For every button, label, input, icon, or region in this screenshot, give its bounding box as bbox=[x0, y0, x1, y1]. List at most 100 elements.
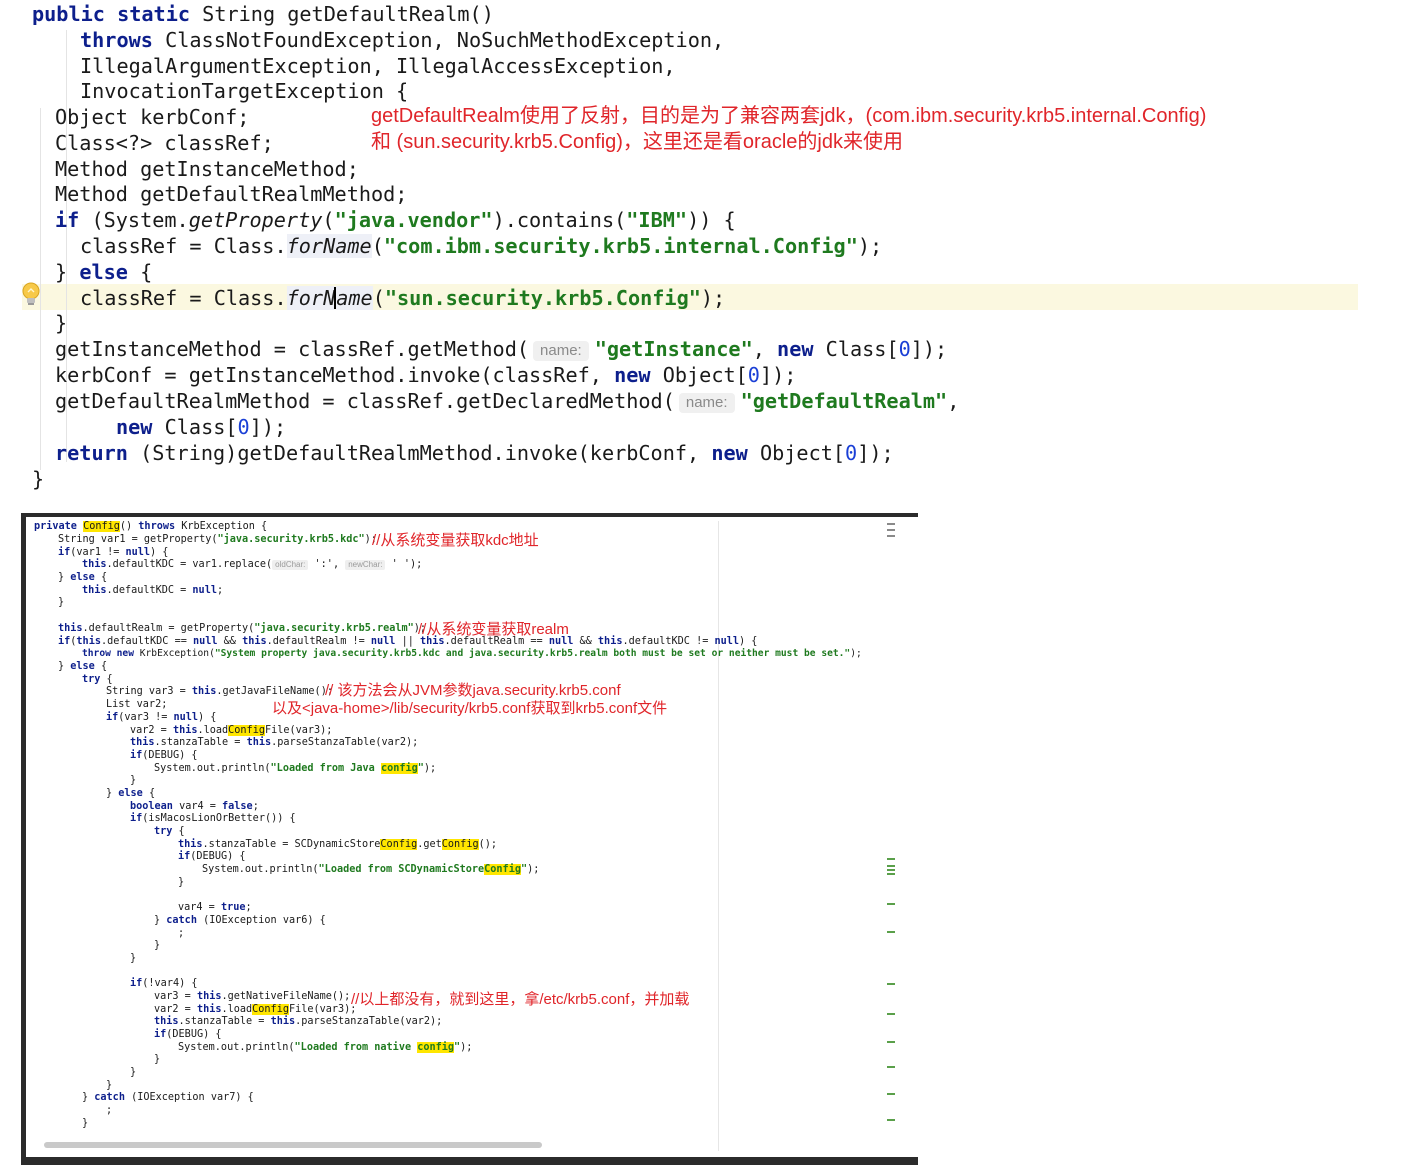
code-line: } bbox=[106, 1080, 113, 1091]
code-text: .getNativeFileName(); bbox=[221, 991, 351, 1002]
code-keyword: else bbox=[70, 661, 95, 672]
annotation-text: 和 (sun.security.krb5.Config)，这里还是看oracle… bbox=[371, 131, 903, 153]
code-line: this.defaultKDC = null; bbox=[82, 585, 223, 598]
code-line: if(DEBUG) { bbox=[154, 1029, 221, 1042]
code-text: File(var3); bbox=[288, 1004, 357, 1015]
code-line: System.out.println("Loaded from Java con… bbox=[154, 763, 436, 776]
code-text: ]); bbox=[759, 363, 797, 387]
code-line-current[interactable]: classRef = Class.forName("sun.security.k… bbox=[80, 285, 725, 311]
code-text: ]); bbox=[249, 415, 287, 439]
code-line: } bbox=[178, 877, 185, 888]
search-match: Config bbox=[441, 839, 479, 850]
code-line: try { bbox=[154, 826, 185, 839]
code-keyword: if bbox=[58, 636, 71, 647]
code-text: var2 = bbox=[130, 725, 173, 736]
code-text: .stanzaTable = SCDynamicStore bbox=[202, 839, 381, 850]
code-keyword: true bbox=[220, 902, 246, 913]
code-text: .defaultRealm != bbox=[266, 636, 371, 647]
code-text: .parseStanzaTable(var2); bbox=[271, 737, 419, 748]
code-keyword: return bbox=[55, 441, 128, 465]
code-line: classRef = Class.forName("com.ibm.securi… bbox=[80, 233, 882, 259]
annotation-text: //从系统变量获取realm bbox=[418, 621, 569, 638]
code-text: } bbox=[55, 260, 80, 284]
code-line: if(DEBUG) { bbox=[178, 851, 245, 864]
code-line: } catch (IOException var6) { bbox=[154, 915, 326, 928]
horizontal-scrollbar-thumb[interactable] bbox=[44, 1142, 542, 1148]
code-line: getInstanceMethod = classRef.getMethod(n… bbox=[55, 336, 947, 362]
code-text: .defaultKDC != bbox=[622, 636, 715, 647]
scroll-marker bbox=[887, 869, 895, 871]
code-keyword: else bbox=[79, 260, 128, 284]
scroll-marker bbox=[887, 1041, 895, 1043]
right-margin-guide bbox=[718, 521, 719, 1151]
code-text: ( bbox=[322, 208, 335, 232]
code-string: "java.security.krb5.kdc" bbox=[217, 534, 365, 545]
code-string: "sun.security.krb5.Config" bbox=[384, 286, 701, 310]
code-line: } bbox=[55, 311, 68, 335]
code-keyword: this bbox=[242, 636, 267, 647]
code-line: } else { bbox=[55, 259, 152, 285]
code-line: } bbox=[82, 1118, 89, 1129]
code-text: Object[ bbox=[650, 363, 748, 387]
code-string: "getDefaultRealm" bbox=[740, 389, 948, 413]
code-text: (IOException var7) { bbox=[124, 1092, 254, 1103]
code-number: 0 bbox=[237, 415, 250, 439]
code-line: String var1 = getProperty("java.security… bbox=[58, 534, 377, 547]
code-keyword: if bbox=[106, 712, 119, 723]
code-keyword: this bbox=[196, 1004, 222, 1015]
code-line: getDefaultRealmMethod = classRef.getDecl… bbox=[55, 388, 959, 414]
code-string: "getInstance" bbox=[594, 337, 753, 361]
scroll-marker bbox=[887, 1093, 895, 1095]
code-keyword: if bbox=[55, 208, 80, 232]
code-keyword: this bbox=[270, 1016, 296, 1027]
code-string: "java.vendor" bbox=[334, 208, 493, 232]
code-line: if(this.defaultKDC == null && this.defau… bbox=[58, 636, 757, 649]
code-keyword: throws bbox=[138, 521, 176, 532]
annotation-text: //从系统变量获取kdc地址 bbox=[372, 532, 539, 549]
code-line: try { bbox=[82, 674, 113, 687]
parameter-hint: name: bbox=[678, 393, 735, 413]
code-keyword: if bbox=[130, 978, 143, 989]
code-line: List var2; bbox=[106, 699, 168, 710]
code-text: { bbox=[142, 788, 156, 799]
code-text: ).contains( bbox=[492, 208, 627, 232]
code-keyword: this bbox=[82, 559, 107, 570]
code-text: .load bbox=[221, 1004, 253, 1015]
code-keyword: this bbox=[82, 585, 107, 596]
code-text: (!var4) { bbox=[142, 978, 198, 989]
lightbulb-icon[interactable] bbox=[20, 281, 42, 307]
code-text: } bbox=[82, 1092, 95, 1103]
editor-marker-strip[interactable] bbox=[894, 517, 918, 1157]
code-line: var2 = this.loadConfigFile(var3); bbox=[130, 725, 332, 738]
code-text: System.out.println( bbox=[154, 763, 271, 774]
code-text: ); bbox=[857, 234, 883, 258]
code-keyword: throws bbox=[80, 28, 153, 52]
code-line: IllegalArgumentException, IllegalAccessE… bbox=[80, 54, 676, 78]
code-text: { bbox=[94, 661, 108, 672]
code-line: System.out.println("Loaded from native c… bbox=[178, 1042, 472, 1055]
code-keyword: new bbox=[777, 337, 814, 361]
code-text: (var1 != bbox=[70, 547, 126, 558]
code-text: ' '); bbox=[385, 559, 423, 570]
code-method: forName bbox=[286, 234, 372, 258]
code-text: var4 = bbox=[172, 801, 223, 812]
code-line: if(!var4) { bbox=[130, 978, 197, 991]
code-keyword: catch bbox=[166, 915, 197, 926]
code-text: { bbox=[127, 260, 153, 284]
code-text: var3 = bbox=[154, 991, 197, 1002]
scroll-marker bbox=[887, 931, 895, 933]
code-line: Object kerbConf; bbox=[55, 105, 250, 129]
code-method: getProperty bbox=[188, 208, 323, 232]
code-text: } bbox=[58, 572, 71, 583]
code-keyword: null bbox=[125, 547, 151, 558]
scroll-marker bbox=[887, 523, 895, 525]
code-text: KrbException { bbox=[175, 521, 268, 532]
code-line: throw new KrbException("System property … bbox=[82, 648, 862, 661]
code-line: return (String)getDefaultRealmMethod.inv… bbox=[55, 440, 894, 466]
code-text: ':', bbox=[308, 559, 346, 570]
top-code-editor: public static String getDefaultRealm() t… bbox=[0, 0, 1418, 500]
code-text: .get bbox=[417, 839, 442, 850]
code-text: File(var3); bbox=[264, 725, 333, 736]
code-keyword: this bbox=[76, 636, 101, 647]
code-text: String var3 = bbox=[106, 686, 192, 697]
